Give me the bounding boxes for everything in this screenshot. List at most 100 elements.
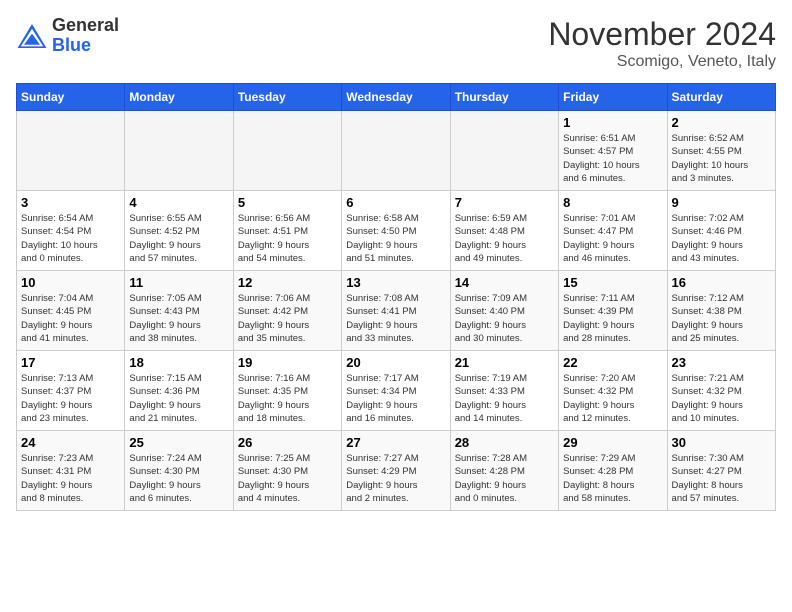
weekday-header-wednesday: Wednesday <box>342 84 450 111</box>
day-number: 27 <box>346 435 445 450</box>
day-number: 29 <box>563 435 662 450</box>
day-number: 16 <box>672 275 771 290</box>
day-number: 19 <box>238 355 337 370</box>
day-number: 2 <box>672 115 771 130</box>
day-number: 5 <box>238 195 337 210</box>
day-number: 3 <box>21 195 120 210</box>
weekday-row: SundayMondayTuesdayWednesdayThursdayFrid… <box>17 84 776 111</box>
calendar-cell: 12 Sunrise: 7:06 AM Sunset: 4:42 PM Dayli… <box>233 271 341 351</box>
calendar-cell <box>125 111 233 191</box>
day-number: 4 <box>129 195 228 210</box>
calendar-cell: 4 Sunrise: 6:55 AM Sunset: 4:52 PM Daylig… <box>125 191 233 271</box>
day-info: Sunrise: 6:54 AM Sunset: 4:54 PM Dayligh… <box>21 212 120 265</box>
calendar-header: SundayMondayTuesdayWednesdayThursdayFrid… <box>17 84 776 111</box>
day-info: Sunrise: 7:12 AM Sunset: 4:38 PM Dayligh… <box>672 292 771 345</box>
day-info: Sunrise: 7:28 AM Sunset: 4:28 PM Dayligh… <box>455 452 554 505</box>
day-info: Sunrise: 7:30 AM Sunset: 4:27 PM Dayligh… <box>672 452 771 505</box>
day-number: 9 <box>672 195 771 210</box>
day-info: Sunrise: 7:08 AM Sunset: 4:41 PM Dayligh… <box>346 292 445 345</box>
calendar-cell: 1 Sunrise: 6:51 AM Sunset: 4:57 PM Daylig… <box>559 111 667 191</box>
day-number: 12 <box>238 275 337 290</box>
calendar-cell: 16 Sunrise: 7:12 AM Sunset: 4:38 PM Dayli… <box>667 271 775 351</box>
calendar-cell: 10Sunrise: 7:04 AM Sunset: 4:45 PM Dayli… <box>17 271 125 351</box>
day-info: Sunrise: 6:52 AM Sunset: 4:55 PM Dayligh… <box>672 132 771 185</box>
calendar-cell: 23Sunrise: 7:21 AM Sunset: 4:32 PM Dayli… <box>667 351 775 431</box>
calendar-cell: 15 Sunrise: 7:11 AM Sunset: 4:39 PM Dayli… <box>559 271 667 351</box>
calendar-cell: 29 Sunrise: 7:29 AM Sunset: 4:28 PM Dayli… <box>559 431 667 511</box>
day-info: Sunrise: 7:16 AM Sunset: 4:35 PM Dayligh… <box>238 372 337 425</box>
day-info: Sunrise: 7:05 AM Sunset: 4:43 PM Dayligh… <box>129 292 228 345</box>
calendar-cell <box>17 111 125 191</box>
day-info: Sunrise: 7:19 AM Sunset: 4:33 PM Dayligh… <box>455 372 554 425</box>
day-number: 23 <box>672 355 771 370</box>
day-info: Sunrise: 7:02 AM Sunset: 4:46 PM Dayligh… <box>672 212 771 265</box>
calendar-week-2: 3 Sunrise: 6:54 AM Sunset: 4:54 PM Daylig… <box>17 191 776 271</box>
day-info: Sunrise: 7:24 AM Sunset: 4:30 PM Dayligh… <box>129 452 228 505</box>
day-number: 1 <box>563 115 662 130</box>
calendar-week-3: 10Sunrise: 7:04 AM Sunset: 4:45 PM Dayli… <box>17 271 776 351</box>
calendar-week-5: 24 Sunrise: 7:23 AM Sunset: 4:31 PM Dayli… <box>17 431 776 511</box>
day-number: 17 <box>21 355 120 370</box>
title-area: November 2024 Scomigo, Veneto, Italy <box>548 16 776 71</box>
calendar-cell: 18Sunrise: 7:15 AM Sunset: 4:36 PM Dayli… <box>125 351 233 431</box>
day-number: 25 <box>129 435 228 450</box>
calendar-table: SundayMondayTuesdayWednesdayThursdayFrid… <box>16 83 776 511</box>
calendar-cell: 8 Sunrise: 7:01 AM Sunset: 4:47 PM Daylig… <box>559 191 667 271</box>
day-info: Sunrise: 7:23 AM Sunset: 4:31 PM Dayligh… <box>21 452 120 505</box>
day-number: 28 <box>455 435 554 450</box>
calendar-cell: 5 Sunrise: 6:56 AM Sunset: 4:51 PM Daylig… <box>233 191 341 271</box>
day-number: 24 <box>21 435 120 450</box>
month-title: November 2024 <box>548 16 776 53</box>
calendar-cell: 9 Sunrise: 7:02 AM Sunset: 4:46 PM Daylig… <box>667 191 775 271</box>
day-info: Sunrise: 7:13 AM Sunset: 4:37 PM Dayligh… <box>21 372 120 425</box>
logo: General Blue <box>16 16 119 56</box>
calendar-cell: 21 Sunrise: 7:19 AM Sunset: 4:33 PM Dayli… <box>450 351 558 431</box>
day-info: Sunrise: 6:59 AM Sunset: 4:48 PM Dayligh… <box>455 212 554 265</box>
day-number: 14 <box>455 275 554 290</box>
day-info: Sunrise: 7:04 AM Sunset: 4:45 PM Dayligh… <box>21 292 120 345</box>
calendar-cell <box>342 111 450 191</box>
day-number: 11 <box>129 275 228 290</box>
calendar-body: 1 Sunrise: 6:51 AM Sunset: 4:57 PM Daylig… <box>17 111 776 511</box>
calendar-cell: 2 Sunrise: 6:52 AM Sunset: 4:55 PM Daylig… <box>667 111 775 191</box>
day-info: Sunrise: 6:58 AM Sunset: 4:50 PM Dayligh… <box>346 212 445 265</box>
day-info: Sunrise: 7:20 AM Sunset: 4:32 PM Dayligh… <box>563 372 662 425</box>
day-info: Sunrise: 6:55 AM Sunset: 4:52 PM Dayligh… <box>129 212 228 265</box>
day-number: 22 <box>563 355 662 370</box>
weekday-header-friday: Friday <box>559 84 667 111</box>
calendar-cell: 27 Sunrise: 7:27 AM Sunset: 4:29 PM Dayli… <box>342 431 450 511</box>
day-info: Sunrise: 7:11 AM Sunset: 4:39 PM Dayligh… <box>563 292 662 345</box>
day-info: Sunrise: 7:06 AM Sunset: 4:42 PM Dayligh… <box>238 292 337 345</box>
day-info: Sunrise: 6:51 AM Sunset: 4:57 PM Dayligh… <box>563 132 662 185</box>
weekday-header-sunday: Sunday <box>17 84 125 111</box>
day-number: 13 <box>346 275 445 290</box>
calendar-cell: 13 Sunrise: 7:08 AM Sunset: 4:41 PM Dayli… <box>342 271 450 351</box>
calendar-week-1: 1 Sunrise: 6:51 AM Sunset: 4:57 PM Daylig… <box>17 111 776 191</box>
day-number: 26 <box>238 435 337 450</box>
day-number: 8 <box>563 195 662 210</box>
calendar-cell: 14 Sunrise: 7:09 AM Sunset: 4:40 PM Dayli… <box>450 271 558 351</box>
calendar-cell: 7 Sunrise: 6:59 AM Sunset: 4:48 PM Daylig… <box>450 191 558 271</box>
calendar-cell: 22 Sunrise: 7:20 AM Sunset: 4:32 PM Dayli… <box>559 351 667 431</box>
day-number: 6 <box>346 195 445 210</box>
day-number: 15 <box>563 275 662 290</box>
day-number: 21 <box>455 355 554 370</box>
day-info: Sunrise: 7:17 AM Sunset: 4:34 PM Dayligh… <box>346 372 445 425</box>
calendar-cell: 17 Sunrise: 7:13 AM Sunset: 4:37 PM Dayli… <box>17 351 125 431</box>
calendar-cell: 24 Sunrise: 7:23 AM Sunset: 4:31 PM Dayli… <box>17 431 125 511</box>
day-info: Sunrise: 7:29 AM Sunset: 4:28 PM Dayligh… <box>563 452 662 505</box>
calendar-cell: 30Sunrise: 7:30 AM Sunset: 4:27 PM Dayli… <box>667 431 775 511</box>
calendar-cell <box>450 111 558 191</box>
calendar-cell: 3 Sunrise: 6:54 AM Sunset: 4:54 PM Daylig… <box>17 191 125 271</box>
calendar-cell <box>233 111 341 191</box>
calendar-cell: 20Sunrise: 7:17 AM Sunset: 4:34 PM Dayli… <box>342 351 450 431</box>
day-info: Sunrise: 7:09 AM Sunset: 4:40 PM Dayligh… <box>455 292 554 345</box>
location-subtitle: Scomigo, Veneto, Italy <box>548 53 776 71</box>
day-info: Sunrise: 7:27 AM Sunset: 4:29 PM Dayligh… <box>346 452 445 505</box>
calendar-cell: 6 Sunrise: 6:58 AM Sunset: 4:50 PM Daylig… <box>342 191 450 271</box>
day-number: 7 <box>455 195 554 210</box>
day-info: Sunrise: 7:15 AM Sunset: 4:36 PM Dayligh… <box>129 372 228 425</box>
day-info: Sunrise: 7:01 AM Sunset: 4:47 PM Dayligh… <box>563 212 662 265</box>
day-info: Sunrise: 6:56 AM Sunset: 4:51 PM Dayligh… <box>238 212 337 265</box>
calendar-cell: 25 Sunrise: 7:24 AM Sunset: 4:30 PM Dayli… <box>125 431 233 511</box>
